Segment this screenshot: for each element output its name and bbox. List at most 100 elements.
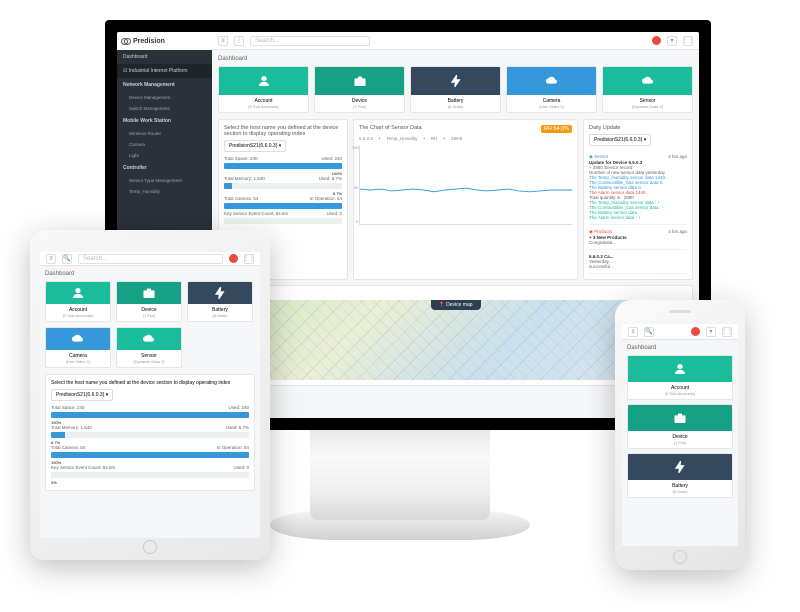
bar-label: Key Sensor Event Count: 84.6mUsed: 0	[224, 211, 342, 216]
update-item[interactable]: ◉ Sensor4 hrs ago Update for Device 6.6.…	[589, 150, 687, 225]
tile-sensor[interactable]: Sensor(Dynamic Data 2)	[602, 66, 693, 113]
tablet-host-dropdown[interactable]: PredisionS21(6.6.0.3) ▾	[51, 389, 113, 401]
panel-row: Select the host name you defined at the …	[218, 119, 693, 280]
tile-device[interactable]: Device(1 Pcs)	[116, 281, 182, 322]
tile-account[interactable]: Account(0 Sub Accounts)	[45, 281, 111, 322]
notification-badge[interactable]	[691, 327, 700, 336]
tile-sub: (8 Units)	[413, 104, 498, 109]
chart-badge: RH 54.0%	[541, 125, 572, 133]
sidebar-item-dashboard[interactable]: Dashboard	[117, 50, 212, 64]
cloud-icon	[71, 332, 85, 346]
apps-button[interactable]: ⋮⋮	[683, 36, 693, 46]
search-input[interactable]: Search...	[250, 36, 370, 46]
tile-sub: (8 Units)	[190, 313, 250, 318]
menu-button[interactable]: ≡	[218, 36, 228, 46]
phone-topbar: ≡ 🔍 ▾ ⋮⋮	[622, 324, 738, 340]
bolt-icon	[213, 286, 227, 300]
sidebar-item-light[interactable]: Light	[117, 150, 212, 161]
tile-sub: (1 Pcs)	[119, 313, 179, 318]
notification-badge[interactable]	[652, 36, 661, 45]
search-button[interactable]: 🔍	[62, 254, 72, 264]
bolt-icon	[673, 460, 687, 474]
tile-sub: (Dynamic Data 2)	[119, 359, 179, 364]
bar-label: Total Space: 240Used: 240	[224, 156, 342, 161]
tile-device[interactable]: Device(1 Pcs)	[314, 66, 405, 113]
phone-breadcrumb: Dashboard	[627, 345, 733, 351]
progress-bar-camera	[224, 203, 342, 209]
tile-sub: (Dynamic Data 2)	[605, 104, 690, 109]
host-panel-title: Select the host name you defined at the …	[224, 125, 342, 137]
menu-button[interactable]: ≡	[628, 327, 638, 337]
update-item[interactable]: 6.6.0.3 Ca... Yesterday... successful...	[589, 250, 687, 274]
sidebar-item-controller[interactable]: Controller	[117, 161, 212, 175]
tile-sub: (Live Video 1)	[509, 104, 594, 109]
phone-tile-account[interactable]: Account(0 Sub Accounts)	[627, 355, 733, 400]
chart-tab[interactable]: Temp_Humidity	[386, 136, 417, 141]
phone-device: ≡ 🔍 ▾ ⋮⋮ Dashboard Account(0 Sub Account…	[615, 300, 745, 570]
tile-sensor[interactable]: Sensor(Dynamic Data 2)	[116, 327, 182, 368]
tablet-tiles: Account(0 Sub Accounts) Device(1 Pcs) Ba…	[45, 281, 255, 368]
tablet-home-button[interactable]	[143, 540, 157, 554]
brand-name: Predision	[133, 38, 165, 45]
progress-bar	[51, 472, 249, 478]
map-badge: 📍 Device map	[430, 300, 480, 310]
sidebar-item-mobile-ws[interactable]: Mobile Work Station	[117, 114, 212, 128]
tile-sub: (1 Pcs)	[317, 104, 402, 109]
sidebar-item-platform[interactable]: ☑ Industrial Internet Platform	[117, 64, 212, 78]
tile-account[interactable]: Account(0 Sub Accounts)	[218, 66, 309, 113]
sidebar-item-sensor-type[interactable]: Sensor Type Management	[117, 175, 212, 186]
menu2-button[interactable]: ▾	[667, 36, 677, 46]
sensor-chart: 100 50 0	[359, 145, 572, 225]
tile-battery[interactable]: Battery(8 Units)	[410, 66, 501, 113]
tile-battery[interactable]: Battery(8 Units)	[187, 281, 253, 322]
sidebar-item-router[interactable]: Wireless Router	[117, 128, 212, 139]
cloud-icon	[641, 74, 655, 88]
update-time: 4 hrs ago	[668, 154, 687, 160]
briefcase-icon	[142, 286, 156, 300]
apps-button[interactable]: ⋮⋮	[244, 254, 254, 264]
tile-camera[interactable]: Camera(Live Video 1)	[506, 66, 597, 113]
chart-panel: The Chart of Sensor Data RH 54.0% 6.6.0.3…	[353, 119, 578, 280]
cloud-icon	[545, 74, 559, 88]
update-dropdown[interactable]: PredisionS21(6.6.0.3) ▾	[589, 134, 651, 146]
user-icon	[71, 286, 85, 300]
progress-bar	[51, 452, 249, 458]
sidebar-item-device-mgmt[interactable]: Device Management	[117, 92, 212, 103]
bar-label: Total Memory: 1,540Used: 6.7%	[224, 176, 342, 181]
phone-tile-device[interactable]: Device(1 Pcs)	[627, 404, 733, 449]
apps-button[interactable]: ⋮⋮	[722, 327, 732, 337]
chart-tab[interactable]: RH	[431, 136, 438, 141]
sidebar-item-network[interactable]: Network Management	[117, 78, 212, 92]
breadcrumb: Dashboard	[218, 56, 693, 62]
tile-sub: (1 Pcs)	[630, 440, 730, 445]
phone-home-button[interactable]	[673, 550, 687, 564]
menu2-button[interactable]: ▾	[706, 327, 716, 337]
logo-icon	[121, 36, 131, 46]
update-time: 4 hrs ago	[668, 229, 687, 235]
progress-bar-sensor	[224, 218, 342, 224]
grid-button[interactable]: ⋮	[234, 36, 244, 46]
sidebar-item-switch-mgmt[interactable]: Switch Management	[117, 103, 212, 114]
menu-button[interactable]: ≡	[46, 254, 56, 264]
sidebar-item-temp-humidity[interactable]: Temp_Humidity	[117, 186, 212, 197]
tablet-device: ≡ 🔍 Search... ⋮⋮ Dashboard Account(0 Sub…	[30, 230, 270, 560]
search-button[interactable]: 🔍	[644, 327, 654, 337]
tablet-search[interactable]: Search...	[78, 254, 223, 264]
brand-logo[interactable]: Predision	[117, 32, 212, 50]
chart-tab[interactable]: 19m6	[451, 136, 462, 141]
sidebar-item-camera[interactable]: Camera	[117, 139, 212, 150]
phone-speaker	[669, 310, 691, 313]
chart-tab[interactable]: 6.6.0.3	[359, 136, 373, 141]
chart-title: The Chart of Sensor Data	[359, 125, 422, 133]
bar-label: Total Camera: 54In Operation: 54	[224, 196, 342, 201]
update-title: Daily Update	[589, 125, 621, 131]
tile-sub: (0 Sub Accounts)	[630, 391, 730, 396]
tile-camera[interactable]: Camera(Live Video 1)	[45, 327, 111, 368]
update-item[interactable]: ◉ Products4 hrs ago + 3 New Products Con…	[589, 225, 687, 250]
host-dropdown[interactable]: PredisionS21(6.6.0.3) ▾	[224, 140, 286, 152]
monitor-stand	[310, 430, 490, 520]
briefcase-icon	[353, 74, 367, 88]
notification-badge[interactable]	[229, 254, 238, 263]
phone-tile-battery[interactable]: Battery(8 Units)	[627, 453, 733, 498]
user-icon	[257, 74, 271, 88]
